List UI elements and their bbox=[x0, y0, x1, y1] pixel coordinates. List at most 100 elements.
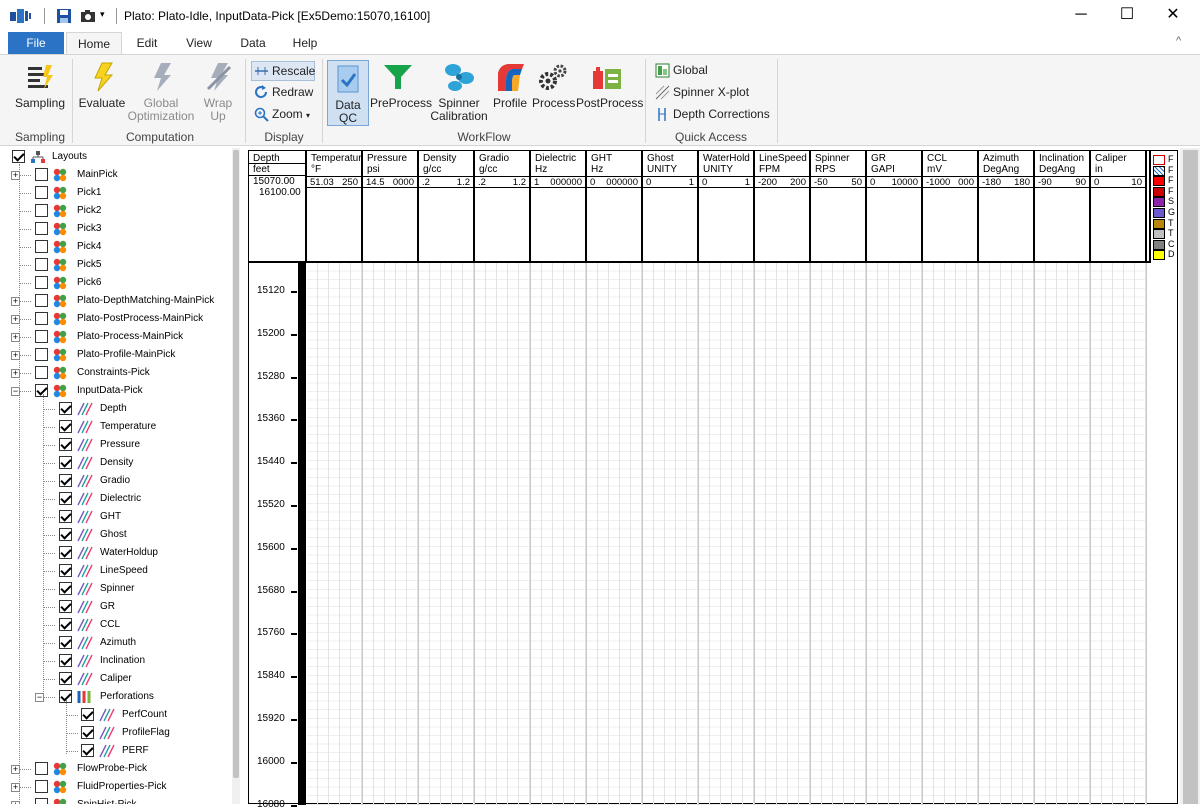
tree-item-profileflag[interactable]: ProfileFlag bbox=[8, 724, 238, 742]
checkbox[interactable] bbox=[59, 456, 72, 469]
collapse-icon[interactable]: − bbox=[11, 387, 20, 396]
tree-item-flowprobe-pick[interactable]: + FlowProbe-Pick bbox=[8, 760, 238, 778]
quick-access-dropdown-icon[interactable]: ▾ bbox=[100, 9, 105, 20]
tree-item-perf[interactable]: PERF bbox=[8, 742, 238, 760]
column-header-ccl[interactable]: CCL mV -1000 000 bbox=[923, 151, 979, 261]
log-track-column[interactable] bbox=[867, 263, 923, 805]
checkbox[interactable] bbox=[35, 276, 48, 289]
checkbox[interactable] bbox=[59, 474, 72, 487]
checkbox[interactable] bbox=[81, 744, 94, 757]
checkbox[interactable] bbox=[35, 168, 48, 181]
expand-icon[interactable]: + bbox=[11, 315, 20, 324]
expand-icon[interactable]: + bbox=[11, 369, 20, 378]
tab-edit[interactable]: Edit bbox=[126, 32, 168, 55]
checkbox[interactable] bbox=[59, 438, 72, 451]
plot-scrollbar-thumb[interactable] bbox=[1183, 150, 1198, 804]
column-header-caliper[interactable]: Caliper in 0 10 bbox=[1091, 151, 1147, 261]
checkbox[interactable] bbox=[59, 672, 72, 685]
log-plot-panel[interactable]: Depthfeet15070.0016100.00Temperature°F51… bbox=[248, 150, 1178, 810]
tab-data[interactable]: Data bbox=[232, 32, 274, 55]
global-optimization-button[interactable]: Global Optimization bbox=[126, 61, 196, 123]
checkbox[interactable] bbox=[59, 510, 72, 523]
tree-item-perfcount[interactable]: PerfCount bbox=[8, 706, 238, 724]
checkbox[interactable] bbox=[59, 618, 72, 631]
checkbox[interactable] bbox=[59, 582, 72, 595]
column-header-dielectric[interactable]: Dielectric Hz 1 000000 bbox=[531, 151, 587, 261]
zoom-button[interactable]: Zoom ▾ bbox=[252, 105, 316, 125]
checkbox[interactable] bbox=[35, 294, 48, 307]
column-header-linespeed[interactable]: LineSpeed FPM -200 200 bbox=[755, 151, 811, 261]
tree-item-plato-depthmatching-mainpick[interactable]: + Plato-DepthMatching-MainPick bbox=[8, 292, 238, 310]
tree-item-pick3[interactable]: Pick3 bbox=[8, 220, 238, 238]
tree-item-mainpick[interactable]: + MainPick bbox=[8, 166, 238, 184]
column-header-gr[interactable]: GR GAPI 0 10000 bbox=[867, 151, 923, 261]
maximize-button[interactable]: ☐ bbox=[1104, 0, 1150, 32]
checkbox[interactable] bbox=[81, 708, 94, 721]
checkbox[interactable] bbox=[35, 186, 48, 199]
save-icon[interactable] bbox=[56, 8, 72, 24]
checkbox[interactable] bbox=[35, 312, 48, 325]
checkbox[interactable] bbox=[35, 204, 48, 217]
checkbox[interactable] bbox=[35, 222, 48, 235]
checkbox[interactable] bbox=[35, 384, 48, 397]
evaluate-button[interactable]: Evaluate bbox=[78, 61, 126, 110]
profile-button[interactable]: Profile bbox=[490, 61, 530, 110]
wrap-up-button[interactable]: Wrap Up bbox=[196, 61, 240, 123]
expand-icon[interactable]: + bbox=[11, 171, 20, 180]
tree-scrollbar-thumb[interactable] bbox=[233, 150, 239, 778]
log-track-column[interactable] bbox=[531, 263, 587, 805]
expand-icon[interactable]: + bbox=[11, 765, 20, 774]
log-track-column[interactable] bbox=[699, 263, 755, 805]
global-button[interactable]: Global bbox=[653, 61, 733, 81]
redraw-button[interactable]: Redraw bbox=[252, 83, 316, 103]
checkbox[interactable] bbox=[35, 366, 48, 379]
log-track-column[interactable] bbox=[475, 263, 531, 805]
log-track[interactable]: 15120 15200 15280 15360 15440 15520 15600 15680… bbox=[249, 263, 1149, 810]
column-header-azimuth[interactable]: Azimuth DegAng -180 180 bbox=[979, 151, 1035, 261]
tab-home[interactable]: Home bbox=[66, 32, 122, 55]
log-track-column[interactable] bbox=[307, 263, 363, 805]
spinner-xplot-button[interactable]: Spinner X-plot bbox=[653, 83, 763, 103]
log-track-column[interactable] bbox=[755, 263, 811, 805]
checkbox[interactable] bbox=[59, 636, 72, 649]
process-button[interactable]: Process bbox=[532, 61, 575, 110]
checkbox[interactable] bbox=[35, 798, 48, 804]
spinner-calibration-button[interactable]: Spinner Calibration bbox=[428, 61, 490, 123]
checkbox[interactable] bbox=[59, 420, 72, 433]
tab-view[interactable]: View bbox=[178, 32, 220, 55]
checkbox[interactable] bbox=[59, 564, 72, 577]
checkbox[interactable] bbox=[35, 330, 48, 343]
depth-corrections-button[interactable]: Depth Corrections bbox=[653, 105, 783, 125]
log-track-column[interactable] bbox=[419, 263, 475, 805]
tree-item-pick2[interactable]: Pick2 bbox=[8, 202, 238, 220]
checkbox[interactable] bbox=[35, 258, 48, 271]
log-track-column[interactable] bbox=[979, 263, 1035, 805]
column-header-waterhold[interactable]: WaterHold UNITY 0 1 bbox=[699, 151, 755, 261]
sampling-button[interactable]: Sampling bbox=[12, 61, 68, 110]
column-header-inclination[interactable]: Inclination DegAng -90 90 bbox=[1035, 151, 1091, 261]
tree-item-pick5[interactable]: Pick5 bbox=[8, 256, 238, 274]
tree-item-pick1[interactable]: Pick1 bbox=[8, 184, 238, 202]
column-header-pressure[interactable]: Pressure psi 14.5 0000 bbox=[363, 151, 419, 261]
checkbox[interactable] bbox=[35, 762, 48, 775]
checkbox[interactable] bbox=[59, 528, 72, 541]
log-track-column[interactable] bbox=[587, 263, 643, 805]
checkbox[interactable] bbox=[81, 726, 94, 739]
tree-item-spinhist-pick[interactable]: +SpinHist-Pick bbox=[8, 796, 238, 804]
ribbon-collapse-icon[interactable]: ^ bbox=[1176, 35, 1181, 47]
expand-icon[interactable]: + bbox=[11, 297, 20, 306]
log-track-column[interactable] bbox=[363, 263, 419, 805]
checkbox[interactable] bbox=[59, 654, 72, 667]
preprocess-button[interactable]: PreProcess bbox=[370, 61, 432, 110]
tree-item-pick6[interactable]: Pick6 bbox=[8, 274, 238, 292]
log-track-column[interactable] bbox=[923, 263, 979, 805]
checkbox[interactable] bbox=[59, 402, 72, 415]
tab-help[interactable]: Help bbox=[284, 32, 326, 55]
minimize-button[interactable]: ─ bbox=[1058, 0, 1104, 32]
tab-file[interactable]: File bbox=[8, 32, 64, 55]
postprocess-button[interactable]: PostProcess bbox=[576, 61, 643, 110]
checkbox[interactable] bbox=[12, 150, 25, 163]
checkbox[interactable] bbox=[59, 546, 72, 559]
layout-tree[interactable]: Layouts + MainPick Pick1 Pick2 Pick3 Pick4 Pick… bbox=[8, 148, 240, 804]
column-header-density[interactable]: Density g/cc .2 1.2 bbox=[419, 151, 475, 261]
